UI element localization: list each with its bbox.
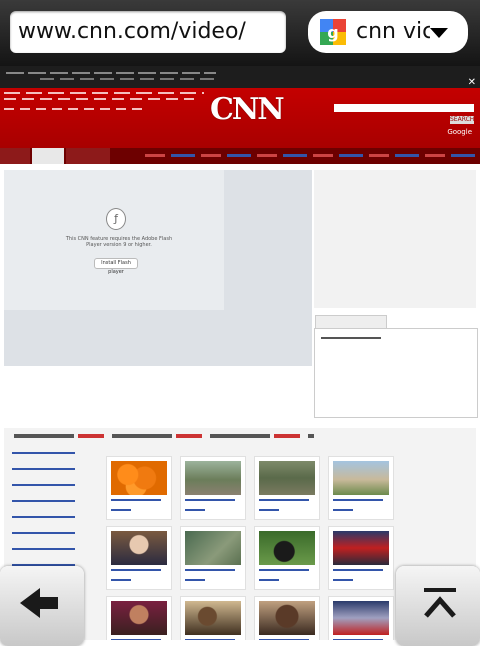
- gallery-tabs[interactable]: [14, 434, 314, 438]
- video-player[interactable]: ƒ This CNN feature requires the Adobe Fl…: [4, 170, 224, 310]
- svg-text:g: g: [327, 23, 338, 42]
- video-thumbnail[interactable]: [106, 526, 172, 590]
- install-flash-button[interactable]: Install Flash player: [94, 258, 138, 275]
- scroll-to-top-button[interactable]: [396, 566, 480, 646]
- search-query: cnn vic: [356, 19, 430, 44]
- video-thumbnail[interactable]: [254, 526, 320, 590]
- web-page[interactable]: ✕ CNN SEARCH Google ƒ This CNN feature r…: [0, 66, 480, 640]
- thumbnail-image: [333, 461, 389, 495]
- cnn-search-input[interactable]: [334, 104, 474, 112]
- advertisement[interactable]: [314, 170, 476, 308]
- thumbnail-image: [111, 531, 167, 565]
- player-lower: [4, 310, 312, 366]
- video-subnav[interactable]: [145, 154, 475, 157]
- close-icon[interactable]: ✕: [468, 77, 476, 88]
- arrow-left-icon: [20, 588, 58, 618]
- powered-by-google: Google: [447, 128, 472, 136]
- player-side: [224, 170, 312, 310]
- nav-tab[interactable]: [0, 148, 30, 164]
- thumbnail-image: [333, 531, 389, 565]
- cnn-logo[interactable]: CNN: [210, 92, 285, 127]
- flash-message: This CNN feature requires the Adobe Flas…: [65, 236, 173, 248]
- video-thumbnail[interactable]: [180, 456, 246, 520]
- browser-toolbar: www.cnn.com/video/ g cnn vic: [0, 0, 480, 66]
- video-thumbnail[interactable]: [180, 596, 246, 640]
- google-icon: g: [320, 19, 346, 45]
- thumbnail-image: [259, 601, 315, 635]
- cnn-search-button[interactable]: SEARCH: [450, 116, 474, 124]
- url-text: www.cnn.com/video/: [18, 19, 246, 44]
- scroll-to-top-icon: [424, 588, 456, 618]
- side-panel: [314, 315, 478, 418]
- side-panel-tab[interactable]: [315, 315, 387, 328]
- video-thumbnail[interactable]: [254, 456, 320, 520]
- thumbnail-image: [185, 531, 241, 565]
- chevron-down-icon[interactable]: [430, 28, 448, 38]
- thumbnail-image: [259, 461, 315, 495]
- cnn-header: CNN SEARCH Google: [0, 88, 480, 164]
- thumbnail-image: [185, 461, 241, 495]
- search-box[interactable]: g cnn vic: [308, 11, 468, 53]
- video-thumbnail[interactable]: [328, 526, 394, 590]
- flash-icon: ƒ: [106, 208, 126, 230]
- nav-tab-active[interactable]: [32, 148, 64, 164]
- video-thumbnail[interactable]: [254, 596, 320, 640]
- address-bar[interactable]: www.cnn.com/video/: [10, 11, 286, 53]
- thumbnail-image: [185, 601, 241, 635]
- video-thumbnail[interactable]: [328, 456, 394, 520]
- thumbnail-image: [333, 601, 389, 635]
- cnn-top-strip: ✕: [0, 66, 480, 88]
- video-thumbnail[interactable]: [106, 456, 172, 520]
- thumbnail-image: [111, 601, 167, 635]
- video-thumbnail[interactable]: [106, 596, 172, 640]
- video-thumbnail[interactable]: [180, 526, 246, 590]
- video-thumbnail[interactable]: [328, 596, 394, 640]
- nav-tab[interactable]: [66, 148, 110, 164]
- back-button[interactable]: [0, 566, 84, 646]
- thumbnail-image: [111, 461, 167, 495]
- thumbnail-image: [259, 531, 315, 565]
